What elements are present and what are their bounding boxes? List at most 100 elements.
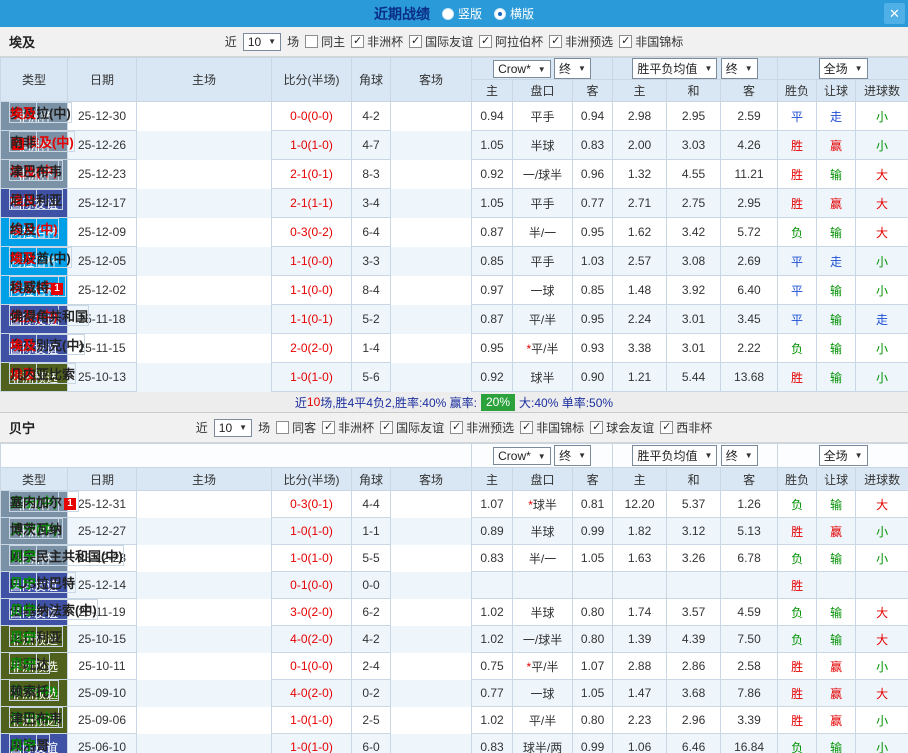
odds-time-select[interactable]: 终 ▼ (554, 58, 591, 79)
match-row: 国际友谊 25-12-17 埃及 2-1(1-1) 3-4 尼日利亚 1.05 平手 0.77 2… (0, 188, 908, 218)
match-row: 国际友谊 25-11-19 伯基纳法索(中) 3-0(2-0) 6-2 贝宁 1.02 半球 0… (0, 598, 908, 626)
checkbox-checked-icon: ✓ (450, 421, 464, 434)
filter-checkbox[interactable]: ✓ 球会友谊 (590, 419, 654, 436)
handicap-cell: 一球 (512, 679, 574, 707)
odds-home-cell: 0.77 (471, 679, 514, 707)
avg-time-select[interactable]: 终 ▼ (720, 445, 758, 466)
odds-away-cell: 0.80 (572, 598, 614, 626)
filter-checkbox[interactable]: 同客 (276, 419, 316, 436)
col-away: 客场 (389, 467, 473, 491)
avg-odds-select[interactable]: 胜平负均值 ▼ (632, 445, 718, 466)
odds-time-select[interactable]: 终 ▼ (554, 445, 591, 466)
filter-checkbox[interactable]: ✓ 西非杯 (660, 419, 712, 436)
radio-label: 竖版 (457, 7, 482, 21)
corner-cell: 5-2 (351, 304, 391, 334)
filter-checkbox[interactable]: ✓ 非洲预选 (450, 419, 514, 436)
checkbox-checked-icon: ✓ (619, 35, 633, 48)
col-handicap: 盘口 (512, 467, 574, 491)
handicap-result-cell: 走 (816, 246, 857, 276)
filter-checkbox[interactable]: ✓ 阿拉伯杯 (479, 33, 543, 50)
odds-away-cell: 0.99 (572, 517, 614, 545)
avg-away-cell: 2.69 (720, 246, 779, 276)
filter-checkbox[interactable]: ✓ 非洲预选 (549, 33, 613, 50)
chevron-down-icon: ▼ (744, 451, 753, 460)
filter-checkbox[interactable]: ✓ 非国锦标 (520, 419, 584, 436)
away-team-cell: 埃及 (9, 246, 38, 268)
radio-horizontal-layout[interactable]: 横版 (494, 5, 534, 22)
filter-checkbox[interactable]: ✓ 非国锦标 (619, 33, 683, 50)
avg-dd-cell: 胜平负均值 ▼ 终 ▼ (612, 57, 779, 80)
date-cell: 25-12-27 (67, 517, 137, 545)
dd-row-blank (0, 443, 473, 468)
col-date: 日期 (67, 467, 137, 491)
handicap-result-cell: 赢 (816, 130, 857, 160)
filter-checkbox[interactable]: 同主 (305, 33, 345, 50)
odds-home-cell: 1.07 (471, 490, 514, 518)
wdl-result-cell: 胜 (777, 188, 818, 218)
bookmaker-select[interactable]: Crow* ▼ (493, 60, 551, 78)
avg-away-cell: 7.50 (720, 625, 779, 653)
odds-home-cell: 0.94 (471, 101, 513, 131)
col-odds-home: 主 (471, 467, 514, 491)
wdl-result-cell: 胜 (777, 652, 818, 680)
odds-away-cell: 0.80 (572, 706, 614, 734)
avg-draw-cell: 3.42 (666, 217, 722, 247)
handicap-result-cell: 输 (816, 333, 857, 363)
bookmaker-select[interactable]: Crow* ▼ (493, 447, 551, 465)
avg-away-cell: 4.26 (720, 130, 779, 160)
corner-cell: 4-2 (351, 101, 391, 131)
goals-result-cell: 小 (855, 246, 908, 276)
avg-home-cell: 12.20 (612, 490, 668, 518)
col-home: 主场 (136, 57, 272, 102)
score-cell: 1-0(1-0) (271, 130, 352, 160)
handicap-cell: 球半/两 (512, 733, 574, 753)
avg-draw-cell: 3.12 (666, 517, 722, 545)
avg-home-cell: 1.06 (612, 733, 668, 753)
avg-away-cell: 6.78 (720, 544, 779, 572)
team-name: 贝宁 (9, 421, 36, 436)
recent-count-select[interactable]: 10 ▼ (213, 418, 253, 437)
scope-dd-cell: 全场 ▼ (777, 57, 908, 80)
avg-away-cell: 6.40 (720, 275, 779, 305)
handicap-result-cell: 输 (816, 362, 857, 392)
corner-cell: 4-4 (351, 490, 391, 518)
match-row: 非洲预选 25-10-11 卢旺达 0-1(0-0) 2-4 贝宁 0.75 *平/半 1.07… (0, 652, 908, 680)
scope-select[interactable]: 全场 ▼ (818, 58, 868, 79)
filter-checkbox[interactable]: ✓ 国际友谊 (409, 33, 473, 50)
recent-count-select[interactable]: 10 ▼ (242, 32, 282, 51)
avg-home-cell: 1.21 (612, 362, 668, 392)
filter-checkbox[interactable]: ✓ 国际友谊 (380, 419, 444, 436)
corner-cell: 1-4 (351, 333, 391, 363)
score-cell: 3-0(2-0) (271, 598, 352, 626)
scope-select[interactable]: 全场 ▼ (818, 445, 868, 466)
avg-home-cell: 1.47 (612, 679, 668, 707)
avg-home-cell: 2.71 (612, 188, 668, 218)
match-row: 非洲杯 25-12-26 1 埃及(中) 1-0(1-0) 4-7 南非 1.05 半球 0.83… (0, 130, 908, 160)
col-type: 类型 (0, 57, 68, 102)
col-handicap: 盘口 (512, 79, 573, 102)
filter-checkbox[interactable]: ✓ 非洲杯 (351, 33, 403, 50)
goals-result-cell: 大 (855, 217, 908, 247)
col-score: 比分(半场) (271, 57, 352, 102)
corner-cell: 3-4 (351, 188, 391, 218)
avg-home-cell: 1.62 (612, 217, 668, 247)
avg-odds-select[interactable]: 胜平负均值 ▼ (632, 58, 718, 79)
match-row: 非洲杯 25-12-31 贝宁(中) 0-3(0-1) 4-4 塞内加尔 1 1.07 *球半 0… (0, 490, 908, 518)
score-cell: 0-1(0-0) (271, 652, 352, 680)
close-icon[interactable]: ✕ (884, 3, 905, 24)
egypt-matches-table: 类型 日期 主场 比分(半场) 角球 客场 Crow* ▼ 终 ▼ 胜平负均值 ▼ 终… (0, 57, 908, 392)
goals-result-cell: 小 (855, 275, 908, 305)
checkbox-checked-icon: ✓ (660, 421, 674, 434)
filter-checkbox[interactable]: ✓ 非洲杯 (322, 419, 374, 436)
odds-dd-cell: Crow* ▼ 终 ▼ (471, 443, 614, 468)
handicap-cell: 平手 (512, 188, 573, 218)
avg-time-select[interactable]: 终 ▼ (720, 58, 758, 79)
radio-vertical-layout[interactable]: 竖版 (441, 5, 482, 22)
away-team-cell: 埃及 (9, 102, 38, 123)
avg-away-cell: 2.58 (720, 652, 779, 680)
match-row: 国际友谊 25-12-14 FUS拉巴特 0-1(0-0) 0-0 贝宁胜 (0, 571, 908, 599)
summary-text: 近 (294, 395, 307, 410)
goals-result-cell: 大 (855, 598, 908, 626)
scope-dd-cell: 全场 ▼ (777, 443, 908, 468)
col-handicap-result: 让球 (816, 79, 857, 102)
